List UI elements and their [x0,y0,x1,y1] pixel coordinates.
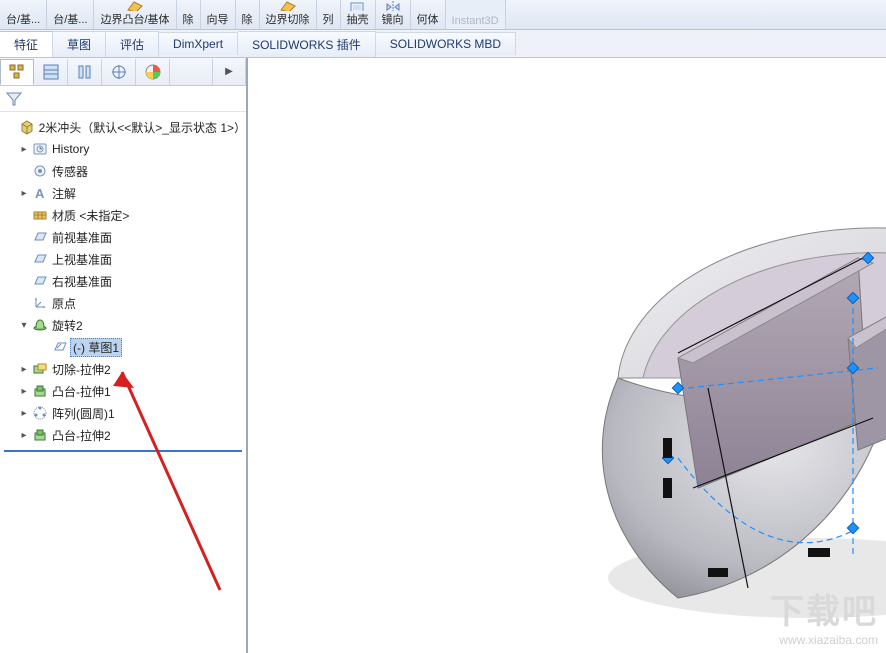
model-render [248,58,886,653]
funnel-icon[interactable] [6,91,22,107]
boundary-boss-icon [126,0,144,11]
twisty-icon[interactable]: ▾ [18,320,30,331]
panel-tab-property-manager[interactable] [34,59,68,85]
panel-tab-configuration[interactable] [68,59,102,85]
tree-origin[interactable]: 原点 [0,292,246,314]
tree-annotations[interactable]: ▸ A 注解 [0,182,246,204]
circular-pattern-icon [32,405,48,421]
property-manager-icon [42,63,60,81]
tree-sensors[interactable]: 传感器 [0,160,246,182]
twisty-icon[interactable]: ▸ [18,430,30,441]
cmd-boundary-cut[interactable]: 边界切除 [260,0,317,29]
tree-plane-front[interactable]: 前视基准面 [0,226,246,248]
tree-plane-right[interactable]: 右视基准面 [0,270,246,292]
tree-history[interactable]: ▸ History [0,138,246,160]
tree-circular-pattern1[interactable]: ▸ 阵列(圆周)1 [0,402,246,424]
cut-extrude-icon [32,361,48,377]
boss-extrude-icon [32,427,48,443]
cmd-instant3d[interactable]: Instant3D [446,0,506,29]
history-icon [32,141,48,157]
twisty-icon[interactable]: ▸ [18,364,30,375]
plane-icon [32,273,48,289]
watermark-url: www.xiazaiba.com [770,633,878,647]
tree-root[interactable]: 2米冲头（默认<<默认>_显示状态 1>） [0,116,246,138]
cmd-reference-geometry[interactable]: 何体 [411,0,446,29]
tab-sw-addins[interactable]: SOLIDWORKS 插件 [238,31,376,57]
cmd-boss-base-2[interactable]: 台/基... [47,0,94,29]
tree-boss-extrude1[interactable]: ▸ 凸台-拉伸1 [0,380,246,402]
panel-tabs: ▶ [0,58,246,86]
panel-tab-dimxpert[interactable] [102,59,136,85]
rollback-bar[interactable] [4,450,242,452]
graphics-viewport[interactable]: 下载吧 www.xiazaiba.com [248,58,886,653]
boss-extrude-icon [32,383,48,399]
tree-boss-extrude2[interactable]: ▸ 凸台-拉伸2 [0,424,246,446]
cmd-revolved-cut[interactable]: 除 [236,0,260,29]
plane-icon [32,229,48,245]
twisty-icon[interactable]: ▸ [18,386,30,397]
configuration-icon [76,63,94,81]
boundary-cut-icon [279,0,297,11]
origin-icon [32,295,48,311]
tab-sketch[interactable]: 草图 [53,31,106,57]
tree-cut-extrude2[interactable]: ▸ 切除-拉伸2 [0,358,246,380]
tree-sketch1[interactable]: (-) 草图1 [0,336,246,358]
cmd-hole-wizard[interactable]: 向导 [201,0,236,29]
tab-evaluate[interactable]: 评估 [106,31,159,57]
dimxpert-panel-icon [110,63,128,81]
tree-revolve2[interactable]: ▾ 旋转2 [0,314,246,336]
twisty-icon[interactable]: ▸ [18,144,30,155]
tree-root-label: 2米冲头（默认<<默认>_显示状态 1>） [37,119,246,136]
panel-tab-feature-tree[interactable] [0,59,34,85]
feature-tree-icon [8,63,26,81]
feature-tree[interactable]: 2米冲头（默认<<默认>_显示状态 1>） ▸ History 传感器 ▸ A … [0,112,246,653]
tree-material[interactable]: 材质 <未指定> [0,204,246,226]
tab-features[interactable]: 特征 [0,31,53,57]
feature-manager-panel: ▶ 2米冲头（默认<<默认>_显示状态 1>） ▸ History 传感器 [0,58,248,653]
plane-icon [32,251,48,267]
material-icon [32,207,48,223]
mirror-icon [385,0,401,11]
revolve-icon [32,317,48,333]
annotations-icon: A [32,185,48,201]
watermark-text: 下载吧 [770,584,878,633]
panel-tab-display[interactable] [136,59,170,85]
twisty-icon[interactable]: ▸ [18,408,30,419]
watermark: 下载吧 www.xiazaiba.com [770,584,878,647]
cmd-boundary-boss[interactable]: 边界凸台/基体 [94,0,176,29]
cmd-boss-base-1[interactable]: 台/基... [0,0,47,29]
tab-sw-mbd[interactable]: SOLIDWORKS MBD [376,32,516,55]
tree-plane-top[interactable]: 上视基准面 [0,248,246,270]
panel-tab-more[interactable]: ▶ [212,59,246,85]
appearance-icon [144,63,162,81]
svg-text:A: A [35,186,45,201]
shell-icon [350,0,366,11]
sketch-icon [52,339,68,355]
sensors-icon [32,163,48,179]
filter-bar [0,86,246,112]
ribbon-toolbar: 台/基... 台/基... 边界凸台/基体 除 向导 除 边界切除 列 抽壳 镜… [0,0,886,30]
part-icon [19,119,35,135]
cmd-pattern[interactable]: 列 [317,0,341,29]
chevron-right-icon: ▶ [225,66,233,77]
command-manager-tabs: 特征 草图 评估 DimXpert SOLIDWORKS 插件 SOLIDWOR… [0,30,886,58]
cmd-mirror[interactable]: 镜向 [376,0,411,29]
twisty-icon[interactable]: ▸ [18,188,30,199]
tab-dimxpert[interactable]: DimXpert [159,32,238,55]
tree-sketch1-label: (-) 草图1 [70,338,122,357]
cmd-shell[interactable]: 抽壳 [341,0,376,29]
cmd-extruded-cut[interactable]: 除 [177,0,201,29]
